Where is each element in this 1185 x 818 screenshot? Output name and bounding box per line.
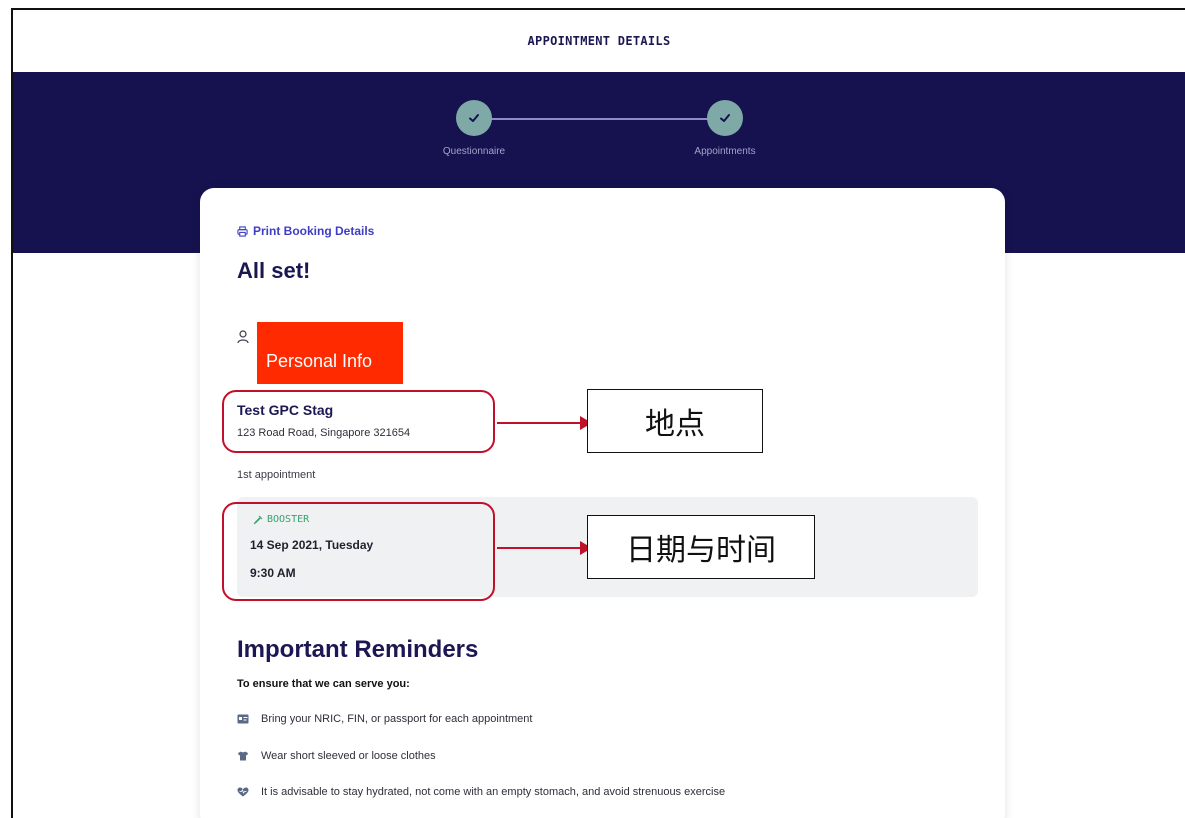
datetime-annotation-oval <box>222 502 495 601</box>
location-annotation-label: 地点 <box>587 389 763 453</box>
reminders-title: Important Reminders <box>237 636 479 663</box>
reminders-subtitle: To ensure that we can serve you: <box>237 678 410 690</box>
top-bar: APPOINTMENT DETAILS <box>13 10 1185 72</box>
reminder-item: Bring your NRIC, FIN, or passport for ea… <box>237 713 532 725</box>
reminder-text: Bring your NRIC, FIN, or passport for ea… <box>261 713 533 725</box>
reminder-text: Wear short sleeved or loose clothes <box>261 750 436 762</box>
printer-icon <box>237 225 248 237</box>
print-label: Print Booking Details <box>253 224 375 238</box>
step-label: Questionnaire <box>442 146 506 157</box>
print-booking-link[interactable]: Print Booking Details <box>237 224 374 238</box>
step-complete-circle <box>456 100 492 136</box>
check-icon <box>469 114 479 122</box>
reminder-item: Wear short sleeved or loose clothes <box>237 750 436 762</box>
confirmation-heading: All set! <box>237 258 311 283</box>
datetime-annotation-label: 日期与时间 <box>587 515 815 579</box>
reminder-text: It is advisable to stay hydrated, not co… <box>261 786 726 798</box>
tshirt-icon <box>238 751 248 761</box>
page-title: APPOINTMENT DETAILS <box>527 34 671 48</box>
appointment-label: 1st appointment <box>237 469 316 481</box>
progress-stepper: Questionnaire Appointments <box>13 100 1185 170</box>
location-annotation-arrow <box>497 416 592 430</box>
app-frame: APPOINTMENT DETAILS Questionnaire Appoin… <box>11 8 1185 818</box>
step-label: Appointments <box>694 146 756 157</box>
person-icon <box>237 330 249 344</box>
check-icon <box>720 114 730 122</box>
step-complete-circle <box>707 100 743 136</box>
heart-icon <box>237 787 249 797</box>
personal-info-redaction: Personal Info <box>257 322 403 384</box>
step-questionnaire[interactable]: Questionnaire <box>414 100 534 157</box>
datetime-annotation-arrow <box>497 541 592 555</box>
location-annotation-oval <box>222 390 495 453</box>
id-card-icon <box>237 714 249 724</box>
step-appointments[interactable]: Appointments <box>665 100 785 157</box>
reminder-item: It is advisable to stay hydrated, not co… <box>237 786 725 798</box>
